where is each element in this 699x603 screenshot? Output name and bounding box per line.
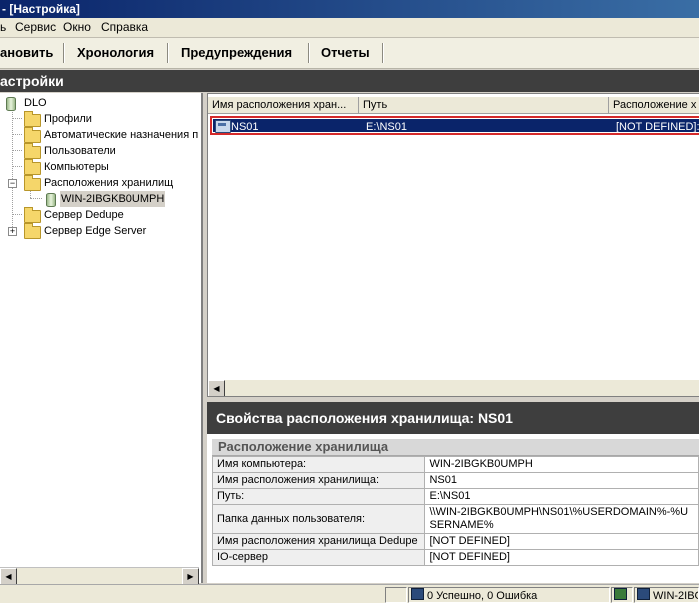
network-icon (614, 588, 627, 600)
tree-item-label: Пользователи (44, 145, 116, 157)
property-row: IO-сервер [NOT DEFINED] (211, 549, 699, 566)
status-result-text: 0 Успешно, 0 Ошибка (427, 590, 538, 602)
folder-icon (24, 159, 41, 175)
tree-item-label: Сервер Dedupe (44, 209, 124, 221)
property-value: NS01 (424, 472, 699, 489)
property-value: [NOT DEFINED] (424, 533, 699, 550)
section-header: астройки (0, 70, 699, 92)
status-pane-server: WIN-2IBG (634, 587, 699, 603)
property-value: \\WIN-2IBGKB0UMPH\NS01\%USERDOMAIN%-%USE… (424, 504, 699, 534)
database-icon (46, 193, 56, 207)
menu-item-window[interactable]: Окно (63, 20, 91, 34)
tree-connector (12, 109, 13, 229)
tree-connector (12, 214, 22, 215)
storage-server-icon (215, 120, 231, 133)
folder-icon (24, 207, 41, 223)
status-pane-empty (385, 587, 407, 603)
tree-item-label: Профили (44, 113, 92, 125)
property-key: Имя расположения хранилища Dedupe (211, 533, 426, 550)
tree-connector (12, 118, 22, 119)
status-bar: 0 Успешно, 0 Ошибка WIN-2IBG (0, 584, 699, 603)
property-key: Папка данных пользователя: (211, 504, 426, 534)
toolbar-separator (63, 43, 65, 63)
column-header-location[interactable]: Расположение х (609, 97, 699, 114)
tree-item-label: Компьютеры (44, 161, 109, 173)
computer-icon (411, 588, 424, 600)
property-value: WIN-2IBGKB0UMPH (424, 456, 699, 473)
folder-icon (24, 143, 41, 159)
status-server-text: WIN-2IBG (653, 590, 699, 602)
tree-connector (12, 166, 22, 167)
status-pane-network (611, 587, 633, 603)
collapse-icon[interactable]: − (8, 179, 17, 188)
storage-locations-list: Имя расположения хран... Путь Расположен… (207, 93, 699, 397)
tree-connector (12, 134, 22, 135)
toolbar: ановить Хронология Предупреждения Отчеты (0, 38, 699, 69)
property-row: Имя компьютера: WIN-2IBGKB0UMPH (211, 456, 699, 473)
properties-table: Имя компьютера: WIN-2IBGKB0UMPH Имя расп… (211, 456, 699, 566)
navigation-tree: DLO Профили Автоматические назначения п … (0, 93, 203, 583)
status-pane-result: 0 Успешно, 0 Ошибка (408, 587, 610, 603)
scroll-right-icon[interactable]: ▶ (182, 568, 199, 585)
properties-title: Свойства расположения хранилища: NS01 (216, 410, 513, 426)
cell-path: E:\NS01 (366, 121, 407, 133)
tree-item-label: Сервер Edge Server (44, 225, 147, 237)
expand-icon[interactable]: + (8, 227, 17, 236)
cell-location: [NOT DEFINED]:[ (616, 121, 699, 133)
window-title-bar: - [Настройка] (0, 0, 699, 18)
toolbar-separator (308, 43, 310, 63)
history-button[interactable]: Хронология (77, 45, 154, 60)
menu-item-service[interactable]: Сервис (15, 20, 56, 34)
property-key: Имя расположения хранилища: (211, 472, 426, 489)
section-title: астройки (0, 73, 64, 89)
database-icon (6, 97, 16, 111)
menu-item-help[interactable]: Справка (101, 20, 148, 34)
alerts-button[interactable]: Предупреждения (181, 45, 292, 60)
tree-item-label: DLO (24, 97, 47, 109)
tree-item-label: Расположения хранилищ (44, 177, 174, 189)
tree-connector (30, 198, 42, 199)
property-row: Имя расположения хранилища Dedupe [NOT D… (211, 533, 699, 550)
folder-icon (24, 175, 41, 191)
properties-group-title: Расположение хранилища (212, 439, 699, 456)
column-header-path[interactable]: Путь (359, 97, 609, 114)
scroll-left-icon[interactable]: ◀ (208, 380, 225, 396)
column-header-name[interactable]: Имя расположения хран... (208, 97, 359, 114)
window-title: - [Настройка] (2, 2, 80, 16)
folder-icon (24, 111, 41, 127)
menu-item-truncated[interactable]: ь (0, 20, 6, 34)
reports-button[interactable]: Отчеты (321, 45, 370, 60)
toolbar-separator (167, 43, 169, 63)
properties-title-bar: Свойства расположения хранилища: NS01 (207, 402, 699, 434)
property-row: Имя расположения хранилища: NS01 (211, 472, 699, 489)
list-row-selected[interactable]: NS01 E:\NS01 [NOT DEFINED]:[ (210, 116, 699, 135)
property-key: IO-сервер (211, 549, 426, 566)
toolbar-separator (382, 43, 384, 63)
tree-horizontal-scrollbar[interactable]: ◀ ▶ (0, 567, 199, 585)
list-horizontal-scrollbar[interactable]: ◀ (208, 380, 699, 396)
cell-name: NS01 (231, 121, 259, 133)
server-icon (637, 588, 650, 600)
property-key: Имя компьютера: (211, 456, 426, 473)
properties-panel: Расположение хранилища Имя компьютера: W… (207, 434, 699, 583)
tree-item-label: Автоматические назначения п (44, 129, 199, 141)
property-key: Путь: (211, 488, 426, 505)
row-highlight: NS01 E:\NS01 [NOT DEFINED]:[ (213, 119, 699, 133)
scroll-left-icon[interactable]: ◀ (0, 568, 17, 585)
property-row: Путь: E:\NS01 (211, 488, 699, 505)
folder-icon (24, 223, 41, 239)
tree-item-label: WIN-2IBGKB0UMPH (60, 191, 166, 207)
folder-icon (24, 127, 41, 143)
refresh-button[interactable]: ановить (0, 45, 53, 60)
tree-connector (12, 150, 22, 151)
property-value: E:\NS01 (424, 488, 699, 505)
property-value: [NOT DEFINED] (424, 549, 699, 566)
property-row: Папка данных пользователя: \\WIN-2IBGKB0… (211, 504, 699, 534)
menu-bar: ь Сервис Окно Справка (0, 18, 699, 38)
